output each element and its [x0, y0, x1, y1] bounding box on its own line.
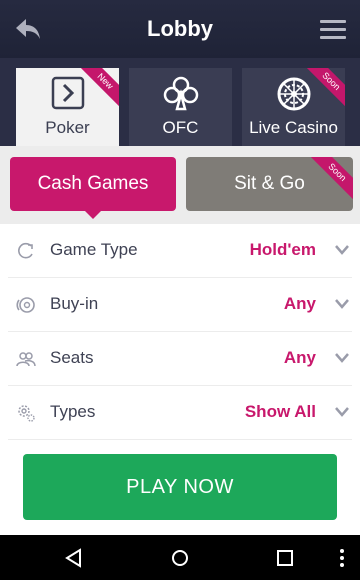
active-mode-caret — [84, 210, 102, 219]
filter-label: Game Type — [50, 240, 138, 259]
filter-value: Hold'em — [249, 240, 316, 259]
chevron-down-icon — [335, 407, 349, 417]
tab-live-casino[interactable]: Live Casino Soon — [242, 68, 345, 146]
filter-buy-in[interactable]: Buy-in Any — [8, 278, 352, 332]
filter-seats[interactable]: Seats Any — [8, 332, 352, 386]
tab-ofc[interactable]: OFC — [129, 68, 232, 146]
chevron-down-icon — [335, 299, 349, 309]
nav-back-triangle-icon[interactable] — [62, 546, 86, 570]
filter-label: Seats — [50, 348, 94, 367]
filter-label: Types — [50, 402, 96, 421]
cash-games-button[interactable]: Cash Games — [10, 157, 176, 211]
chevron-down-icon — [335, 353, 349, 363]
filter-value: Any — [283, 294, 316, 313]
sit-and-go-button[interactable]: Sit & Go Soon — [186, 157, 353, 211]
system-navigation-bar — [0, 535, 360, 580]
filter-list: Game Type Hold'em Buy-in Any Seats Any T… — [0, 224, 360, 440]
filter-types[interactable]: Types Show All — [8, 386, 352, 440]
nav-recents-square-icon[interactable] — [273, 546, 297, 570]
soon-badge: Soon — [303, 157, 353, 207]
filter-label: Buy-in — [50, 294, 99, 313]
club-suit-icon — [129, 76, 232, 112]
coin-stack-icon — [16, 297, 35, 313]
app-header: Lobby — [0, 0, 360, 58]
sit-and-go-label: Sit & Go — [234, 173, 305, 194]
nav-more-dots-icon[interactable] — [330, 546, 354, 570]
chevron-down-icon — [335, 245, 349, 255]
refresh-cycle-icon — [18, 242, 33, 259]
mode-selector: Cash Games Sit & Go Soon — [0, 146, 360, 224]
tab-poker-label: Poker — [45, 118, 90, 137]
play-area: PLAY NOW — [0, 440, 360, 535]
game-tabs: Poker New OFC Live Casino Soon — [0, 58, 360, 146]
filter-game-type[interactable]: Game Type Hold'em — [8, 224, 352, 278]
tab-ofc-label: OFC — [162, 118, 199, 137]
play-now-button[interactable]: PLAY NOW — [23, 454, 337, 520]
tab-live-casino-label: Live Casino — [249, 118, 338, 137]
nav-home-circle-icon[interactable] — [168, 546, 192, 570]
filter-value: Any — [283, 348, 316, 367]
page-title: Lobby — [147, 16, 213, 41]
filter-value: Show All — [244, 402, 316, 421]
people-icon — [16, 352, 36, 367]
hamburger-menu-icon[interactable] — [320, 20, 346, 40]
settings-gears-icon — [18, 405, 35, 422]
tab-poker[interactable]: Poker New — [16, 68, 119, 146]
